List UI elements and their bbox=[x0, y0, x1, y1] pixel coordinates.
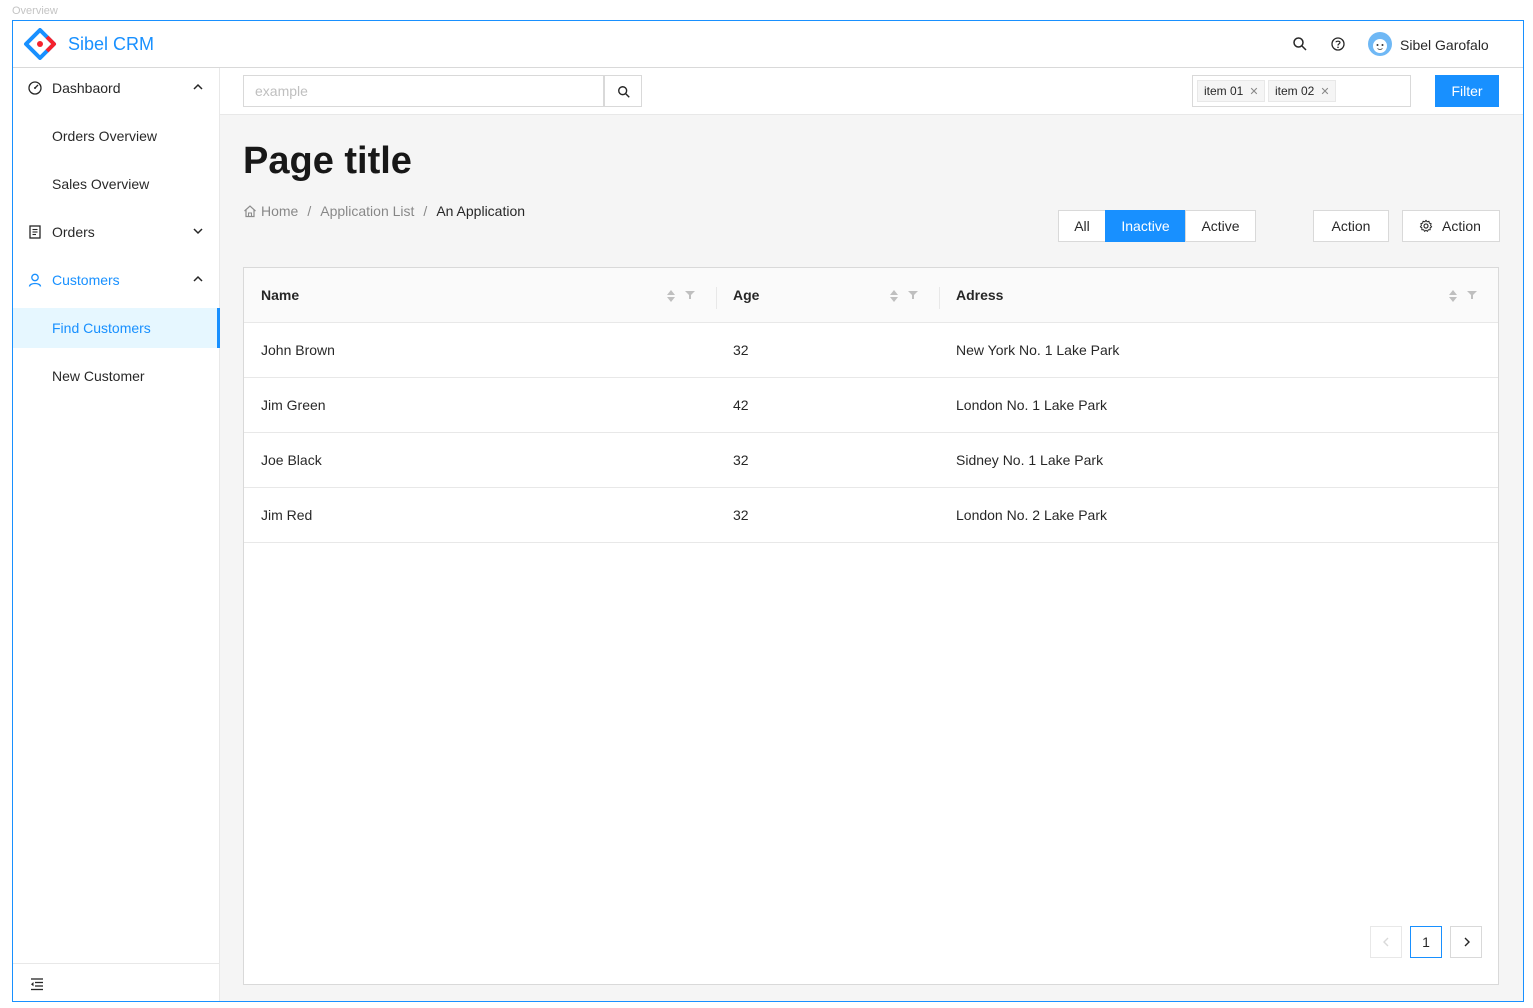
app-logo-icon bbox=[24, 28, 56, 60]
cell-age: 32 bbox=[733, 342, 749, 358]
action-button-label: Action bbox=[1331, 218, 1371, 234]
sidebar-item-label: Dashbaord bbox=[52, 80, 121, 96]
table-header: Name Age Adress bbox=[244, 268, 1498, 323]
filter-icon[interactable] bbox=[908, 290, 918, 300]
table-row[interactable]: Joe Black 32 Sidney No. 1 Lake Park bbox=[244, 433, 1498, 488]
sort-icon[interactable] bbox=[889, 289, 899, 303]
segment-all[interactable]: All bbox=[1058, 210, 1106, 242]
column-header-address[interactable]: Adress bbox=[956, 287, 1003, 303]
sidebar-item-label: Sales Overview bbox=[52, 176, 150, 192]
filter-icon[interactable] bbox=[685, 290, 695, 300]
chevron-down-icon bbox=[193, 228, 203, 235]
action-settings-button[interactable]: Action bbox=[1402, 210, 1500, 242]
cell-age: 32 bbox=[733, 507, 749, 523]
sidebar-item-new-customer[interactable]: New Customer bbox=[13, 356, 219, 396]
search-button[interactable] bbox=[604, 75, 642, 107]
sidebar-item-label: New Customer bbox=[52, 368, 145, 384]
cell-address: New York No. 1 Lake Park bbox=[956, 342, 1120, 358]
cell-address: London No. 1 Lake Park bbox=[956, 397, 1107, 413]
sort-icon[interactable] bbox=[1448, 289, 1458, 303]
tag-item: item 02 ✕ bbox=[1268, 80, 1336, 102]
app-title[interactable]: Sibel CRM bbox=[68, 34, 154, 55]
cell-address: Sidney No. 1 Lake Park bbox=[956, 452, 1104, 468]
segment-inactive[interactable]: Inactive bbox=[1105, 210, 1186, 242]
breadcrumb-current: An Application bbox=[436, 203, 526, 219]
action-button-label: Action bbox=[1442, 218, 1481, 234]
pagination-page[interactable]: 1 bbox=[1410, 926, 1442, 958]
search-icon[interactable] bbox=[1292, 36, 1308, 52]
breadcrumb-home[interactable]: Home bbox=[261, 203, 298, 219]
sidebar-item-label: Find Customers bbox=[52, 320, 151, 336]
table-row[interactable]: John Brown 32 New York No. 1 Lake Park bbox=[244, 323, 1498, 378]
menu-fold-icon[interactable] bbox=[29, 976, 45, 992]
breadcrumb-separator: / bbox=[423, 203, 428, 219]
action-button[interactable]: Action bbox=[1313, 210, 1389, 242]
breadcrumb: Home / Application List / An Application bbox=[243, 203, 525, 219]
column-divider bbox=[716, 287, 717, 309]
app-window: Sibel CRM Sibel Garofalo Dashbaord Order… bbox=[12, 20, 1524, 1002]
search-box bbox=[243, 75, 642, 107]
column-divider bbox=[939, 287, 940, 309]
cell-age: 42 bbox=[733, 397, 749, 413]
column-header-name[interactable]: Name bbox=[261, 287, 299, 303]
sidebar-item-dashboard[interactable]: Dashbaord bbox=[13, 68, 219, 108]
chevron-up-icon bbox=[193, 275, 203, 282]
main-content: item 01 ✕ item 02 ✕ Filter Page title Home… bbox=[220, 68, 1523, 1001]
avatar[interactable] bbox=[1368, 32, 1392, 56]
filter-button[interactable]: Filter bbox=[1435, 75, 1499, 107]
sidebar-footer bbox=[13, 963, 219, 1001]
close-icon[interactable]: ✕ bbox=[1249, 86, 1258, 98]
pagination-next-button[interactable] bbox=[1450, 926, 1482, 958]
dashboard-icon bbox=[28, 81, 42, 95]
page-title: Page title bbox=[243, 140, 412, 182]
frame-label: Overview bbox=[12, 5, 58, 17]
breadcrumb-application-list[interactable]: Application List bbox=[320, 203, 414, 219]
tag-label: item 01 bbox=[1204, 84, 1244, 98]
user-name[interactable]: Sibel Garofalo bbox=[1400, 37, 1489, 53]
tag-select[interactable]: item 01 ✕ item 02 ✕ bbox=[1192, 75, 1411, 107]
filter-icon[interactable] bbox=[1467, 290, 1477, 300]
user-icon bbox=[28, 273, 42, 287]
tag-item: item 01 ✕ bbox=[1197, 80, 1265, 102]
orders-icon bbox=[29, 225, 41, 239]
cell-age: 32 bbox=[733, 452, 749, 468]
sidebar-item-label: Orders bbox=[52, 224, 95, 240]
table-row[interactable]: Jim Green 42 London No. 1 Lake Park bbox=[244, 378, 1498, 433]
sidebar-item-find-customers[interactable]: Find Customers bbox=[13, 308, 220, 348]
avatar-image bbox=[1373, 39, 1387, 53]
sort-icon[interactable] bbox=[666, 289, 676, 303]
sidebar-item-customers[interactable]: Customers bbox=[13, 260, 219, 300]
help-icon[interactable] bbox=[1330, 36, 1346, 52]
pagination-prev-button[interactable] bbox=[1370, 926, 1402, 958]
cell-name: Jim Red bbox=[261, 507, 313, 523]
sidebar: Dashbaord Orders Overview Sales Overview… bbox=[13, 68, 220, 1001]
sidebar-item-orders-overview[interactable]: Orders Overview bbox=[13, 116, 219, 156]
cell-name: Jim Green bbox=[261, 397, 326, 413]
home-icon bbox=[244, 205, 256, 218]
search-input[interactable] bbox=[244, 76, 604, 106]
chevron-left-icon bbox=[1383, 937, 1389, 947]
close-icon[interactable]: ✕ bbox=[1320, 86, 1329, 98]
sidebar-item-label: Customers bbox=[52, 272, 120, 288]
column-header-age[interactable]: Age bbox=[733, 287, 759, 303]
chevron-up-icon bbox=[193, 83, 203, 90]
segment-active[interactable]: Active bbox=[1185, 210, 1256, 242]
sidebar-item-orders[interactable]: Orders bbox=[13, 212, 219, 252]
gear-icon bbox=[1419, 219, 1433, 232]
cell-name: Joe Black bbox=[261, 452, 322, 468]
sidebar-item-sales-overview[interactable]: Sales Overview bbox=[13, 164, 219, 204]
breadcrumb-separator: / bbox=[307, 203, 312, 219]
sidebar-item-label: Orders Overview bbox=[52, 128, 158, 144]
cell-name: John Brown bbox=[261, 342, 335, 358]
search-icon bbox=[618, 86, 630, 98]
table-row[interactable]: Jim Red 32 London No. 2 Lake Park bbox=[244, 488, 1498, 543]
cell-address: London No. 2 Lake Park bbox=[956, 507, 1107, 523]
tag-label: item 02 bbox=[1275, 84, 1315, 98]
chevron-right-icon bbox=[1464, 937, 1470, 947]
data-table: Name Age Adress John Brown 32 New York N… bbox=[243, 267, 1499, 985]
top-header: Sibel CRM Sibel Garofalo bbox=[13, 21, 1523, 68]
toolbar: item 01 ✕ item 02 ✕ Filter bbox=[220, 68, 1523, 115]
